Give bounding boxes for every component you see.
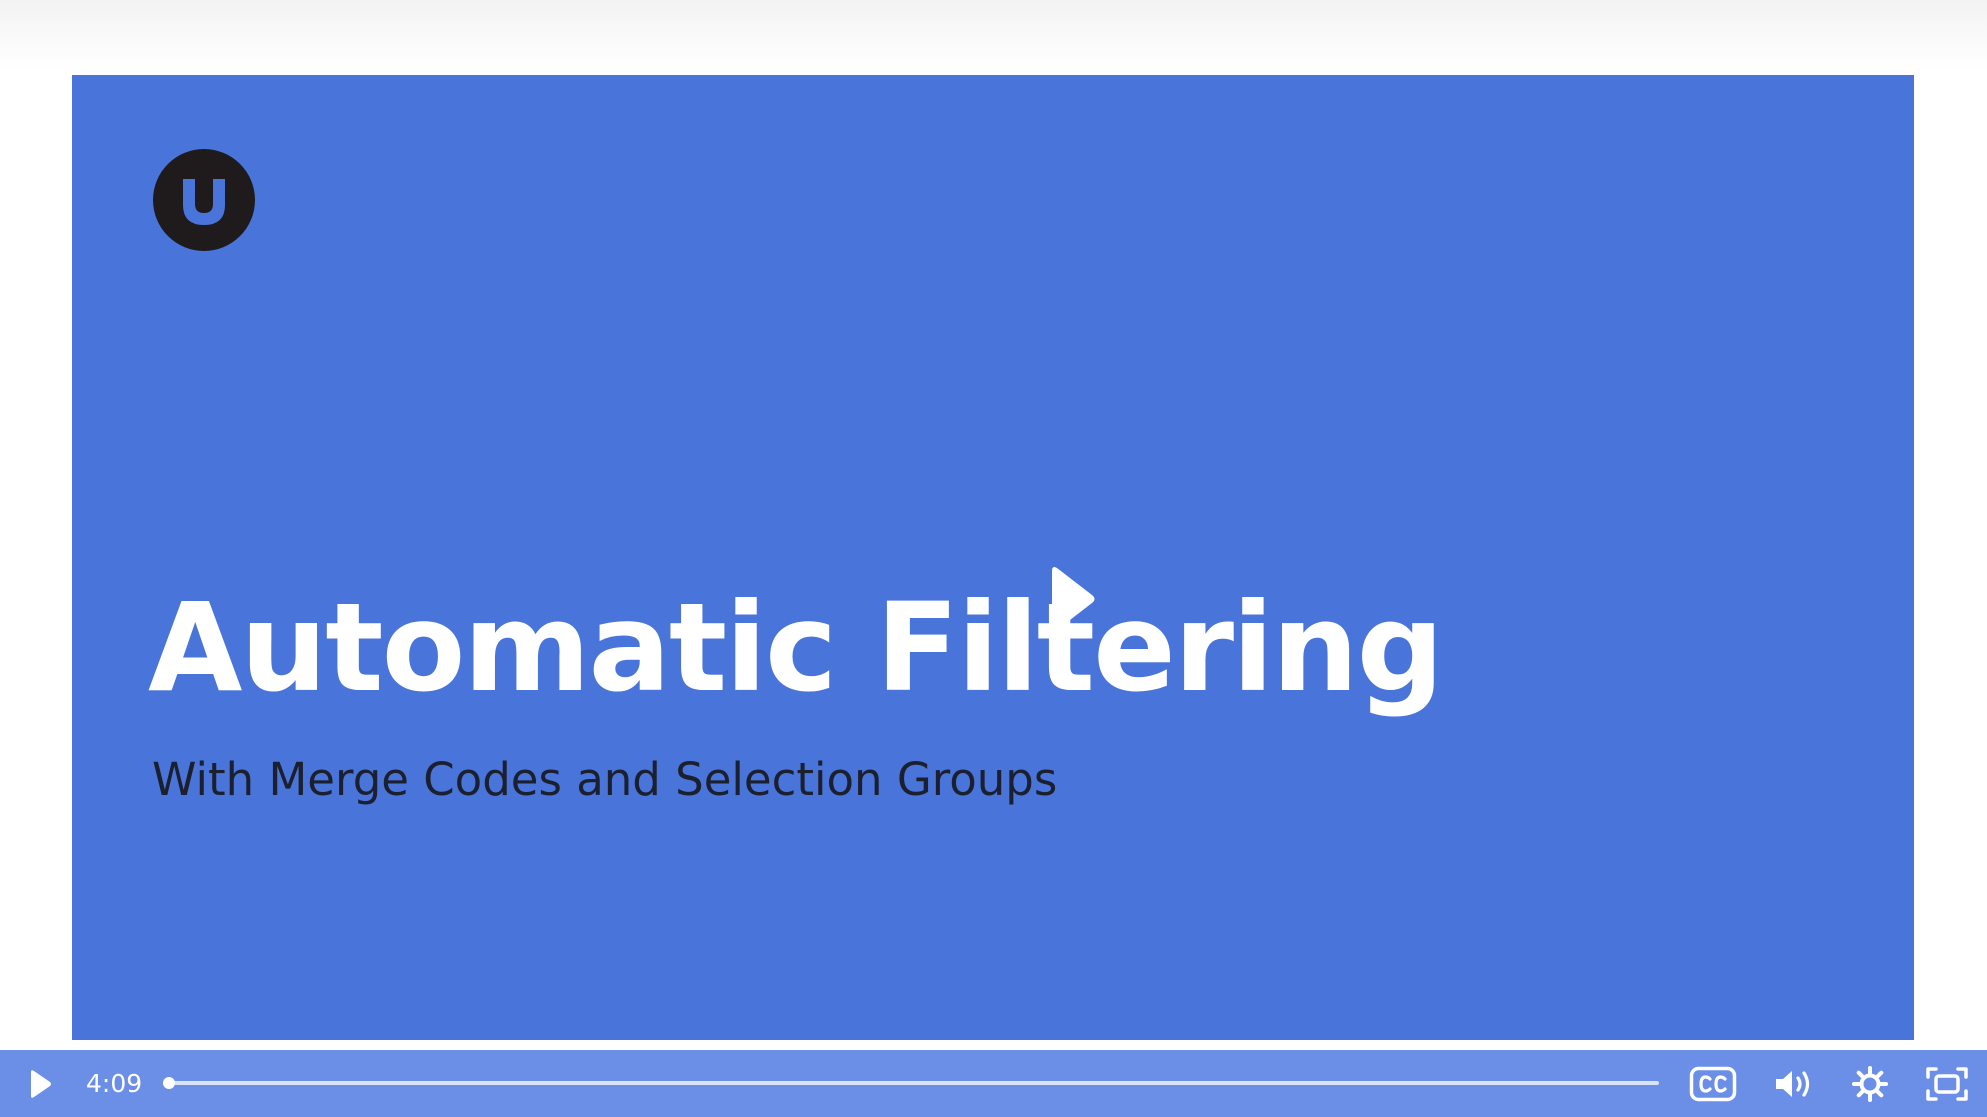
video-player-page: Automatic Filtering With Merge Codes and… bbox=[0, 0, 1987, 1117]
closed-captions-icon bbox=[1689, 1066, 1737, 1101]
fullscreen-button[interactable] bbox=[1922, 1050, 1972, 1117]
seek-handle[interactable] bbox=[163, 1077, 175, 1089]
settings-button[interactable] bbox=[1848, 1050, 1892, 1117]
volume-button[interactable] bbox=[1770, 1050, 1816, 1117]
logo-letter-u bbox=[183, 179, 225, 225]
current-time: 4:09 bbox=[86, 1069, 143, 1098]
player-control-bar: 4:09 bbox=[0, 1050, 1987, 1117]
gear-icon bbox=[1852, 1065, 1888, 1102]
slide-subtitle: With Merge Codes and Selection Groups bbox=[152, 753, 1058, 806]
seek-bar[interactable] bbox=[163, 1073, 1659, 1093]
seek-track bbox=[163, 1081, 1659, 1085]
play-icon bbox=[31, 1069, 51, 1098]
fullscreen-icon bbox=[1926, 1066, 1968, 1101]
slide-title: Automatic Filtering bbox=[148, 577, 1444, 719]
volume-icon bbox=[1776, 1070, 1810, 1097]
video-frame[interactable]: Automatic Filtering With Merge Codes and… bbox=[72, 75, 1914, 1040]
brand-logo bbox=[153, 149, 255, 251]
captions-button[interactable] bbox=[1686, 1050, 1740, 1117]
play-button[interactable] bbox=[18, 1050, 62, 1117]
